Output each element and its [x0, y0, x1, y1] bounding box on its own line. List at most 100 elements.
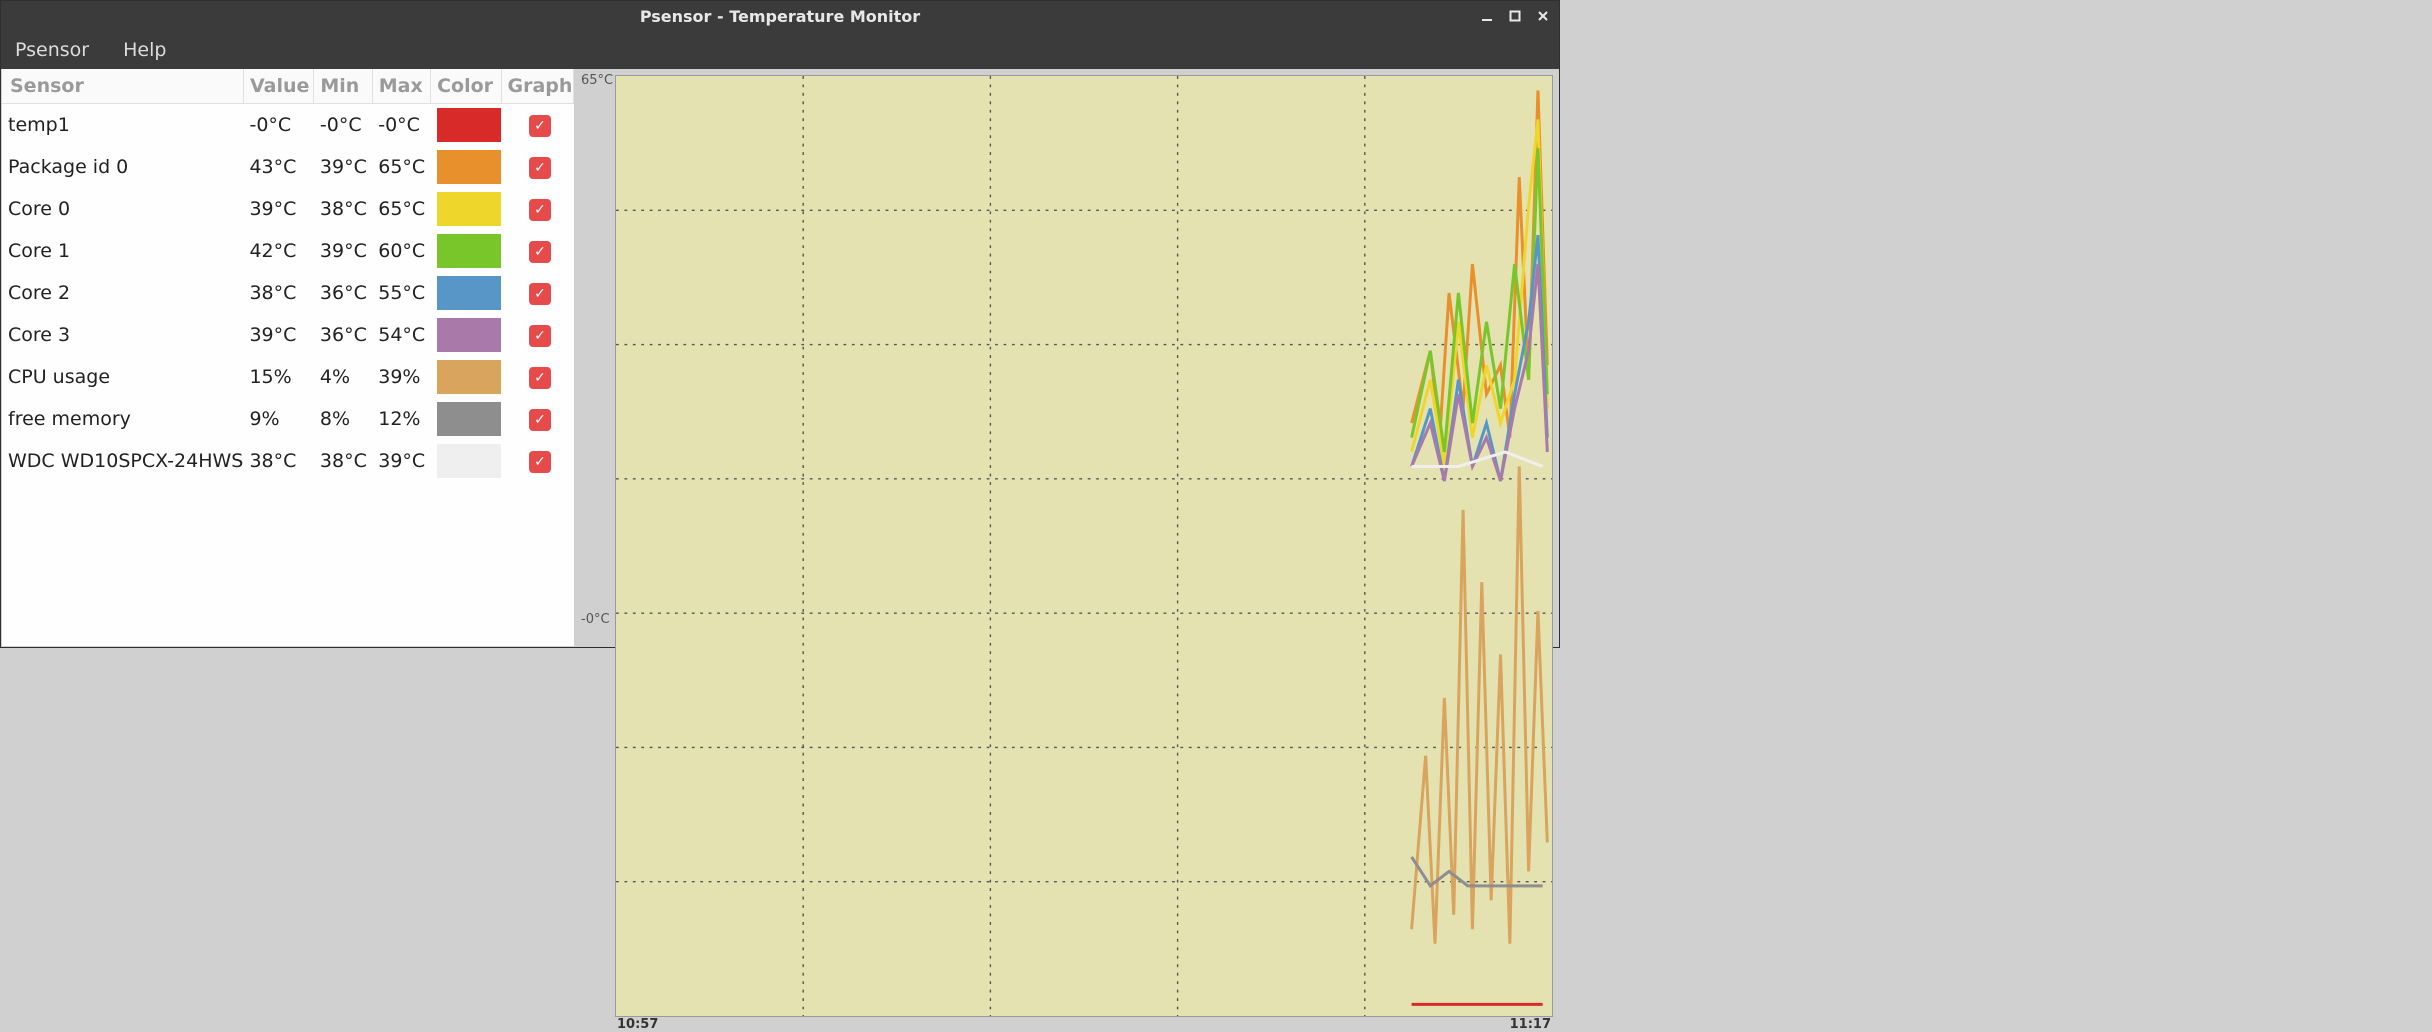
graph-checkbox[interactable]: ✓	[529, 199, 551, 221]
sensor-value: 39°C	[243, 188, 313, 230]
graph-checkbox[interactable]: ✓	[529, 367, 551, 389]
table-row[interactable]: temp1-0°C-0°C-0°C✓	[2, 104, 574, 147]
table-row[interactable]: Core 238°C36°C55°C✓	[2, 272, 574, 314]
color-swatch[interactable]	[437, 318, 501, 352]
sensor-max: -0°C	[372, 104, 430, 147]
sensor-max: 65°C	[372, 146, 430, 188]
table-row[interactable]: CPU usage15%4%39%✓	[2, 356, 574, 398]
sensor-min: -0°C	[314, 104, 372, 147]
color-swatch[interactable]	[437, 234, 501, 268]
sensor-value: 42°C	[243, 230, 313, 272]
maximize-icon[interactable]	[1505, 6, 1525, 26]
sensor-value: 9%	[243, 398, 313, 440]
sensor-color-cell[interactable]	[431, 230, 501, 272]
table-row[interactable]: Package id 043°C39°C65°C✓	[2, 146, 574, 188]
sensor-graph-cell: ✓	[501, 314, 574, 356]
sensor-graph-cell: ✓	[501, 188, 574, 230]
sensor-name: Core 0	[2, 188, 243, 230]
sensor-graph-cell: ✓	[501, 440, 574, 482]
chart-area[interactable]	[615, 75, 1553, 1017]
sensor-panel: Sensor Value Min Max Color Graph temp1-0…	[1, 69, 575, 647]
sensor-color-cell[interactable]	[431, 398, 501, 440]
sensor-color-cell[interactable]	[431, 314, 501, 356]
sensor-max: 60°C	[372, 230, 430, 272]
sensor-table: Sensor Value Min Max Color Graph temp1-0…	[2, 69, 574, 482]
graph-checkbox[interactable]: ✓	[529, 451, 551, 473]
graph-checkbox[interactable]: ✓	[529, 241, 551, 263]
menu-help[interactable]: Help	[115, 35, 174, 65]
col-header-sensor[interactable]: Sensor	[2, 69, 243, 104]
graph-checkbox[interactable]: ✓	[529, 157, 551, 179]
sensor-color-cell[interactable]	[431, 188, 501, 230]
sensor-color-cell[interactable]	[431, 356, 501, 398]
color-swatch[interactable]	[437, 192, 501, 226]
sensor-graph-cell: ✓	[501, 230, 574, 272]
sensor-min: 39°C	[314, 230, 372, 272]
application-window: Psensor - Temperature Monitor Psensor He…	[0, 0, 1560, 648]
sensor-graph-cell: ✓	[501, 398, 574, 440]
sensor-max: 54°C	[372, 314, 430, 356]
sensor-value: 43°C	[243, 146, 313, 188]
x-axis: 10:57 11:17	[615, 1017, 1553, 1032]
window-title: Psensor - Temperature Monitor	[640, 7, 920, 26]
sensor-max: 55°C	[372, 272, 430, 314]
sensor-max: 39°C	[372, 440, 430, 482]
close-icon[interactable]	[1533, 6, 1553, 26]
graph-checkbox[interactable]: ✓	[529, 283, 551, 305]
color-swatch[interactable]	[437, 150, 501, 184]
sensor-graph-cell: ✓	[501, 146, 574, 188]
x-axis-start-label: 10:57	[617, 1017, 658, 1032]
minimize-icon[interactable]	[1477, 6, 1497, 26]
color-swatch[interactable]	[437, 276, 501, 310]
col-header-max[interactable]: Max	[372, 69, 430, 104]
graph-panel: 65°C -0°C 10:57 11:17	[575, 69, 1559, 647]
content-pane: Sensor Value Min Max Color Graph temp1-0…	[1, 69, 1559, 647]
sensor-color-cell[interactable]	[431, 146, 501, 188]
col-header-value[interactable]: Value	[243, 69, 313, 104]
color-swatch[interactable]	[437, 402, 501, 436]
graph-checkbox[interactable]: ✓	[529, 325, 551, 347]
col-header-graph[interactable]: Graph	[501, 69, 574, 104]
graph-checkbox[interactable]: ✓	[529, 409, 551, 431]
y-axis-min-label: -0°C	[581, 612, 610, 627]
sensor-min: 36°C	[314, 314, 372, 356]
sensor-min: 4%	[314, 356, 372, 398]
sensor-min: 38°C	[314, 440, 372, 482]
table-row[interactable]: Core 039°C38°C65°C✓	[2, 188, 574, 230]
sensor-min: 38°C	[314, 188, 372, 230]
color-swatch[interactable]	[437, 360, 501, 394]
table-row[interactable]: free memory9%8%12%✓	[2, 398, 574, 440]
sensor-name: Core 1	[2, 230, 243, 272]
sensor-graph-cell: ✓	[501, 104, 574, 147]
sensor-value: 15%	[243, 356, 313, 398]
sensor-name: temp1	[2, 104, 243, 147]
sensor-name: CPU usage	[2, 356, 243, 398]
sensor-value: 38°C	[243, 272, 313, 314]
x-axis-end-label: 11:17	[1510, 1017, 1551, 1032]
col-header-color[interactable]: Color	[431, 69, 501, 104]
sensor-name: WDC WD10SPCX-24HWST1	[2, 440, 243, 482]
color-swatch[interactable]	[437, 108, 501, 142]
sensor-graph-cell: ✓	[501, 272, 574, 314]
sensor-value: -0°C	[243, 104, 313, 147]
table-row[interactable]: Core 339°C36°C54°C✓	[2, 314, 574, 356]
sensor-color-cell[interactable]	[431, 440, 501, 482]
sensor-min: 39°C	[314, 146, 372, 188]
table-row[interactable]: Core 142°C39°C60°C ✓	[2, 230, 574, 272]
sensor-graph-cell: ✓	[501, 356, 574, 398]
col-header-min[interactable]: Min	[314, 69, 372, 104]
sensor-name: Core 3	[2, 314, 243, 356]
table-header-row: Sensor Value Min Max Color Graph	[2, 69, 574, 104]
graph-checkbox[interactable]: ✓	[529, 115, 551, 137]
titlebar[interactable]: Psensor - Temperature Monitor	[1, 1, 1559, 31]
menubar: Psensor Help	[1, 31, 1559, 69]
menu-psensor[interactable]: Psensor	[7, 35, 97, 65]
y-axis-max-label: 65°C	[581, 73, 613, 88]
sensor-color-cell[interactable]	[431, 104, 501, 147]
window-controls	[1477, 1, 1553, 31]
sensor-name: free memory	[2, 398, 243, 440]
sensor-max: 12%	[372, 398, 430, 440]
table-row[interactable]: WDC WD10SPCX-24HWST138°C38°C39°C✓	[2, 440, 574, 482]
color-swatch[interactable]	[437, 444, 501, 478]
sensor-color-cell[interactable]	[431, 272, 501, 314]
